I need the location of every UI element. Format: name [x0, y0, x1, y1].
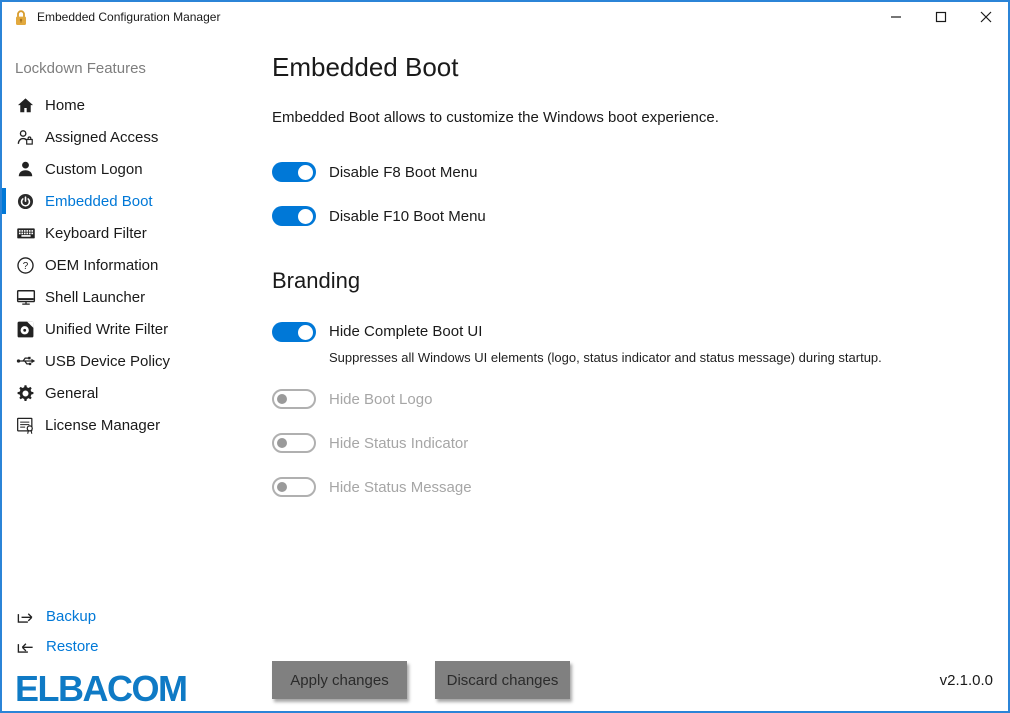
main-content: Embedded Boot Embedded Boot allows to cu… [272, 34, 1008, 711]
hide-boot-logo-toggle [272, 389, 316, 409]
elbacom-logo: ELBACOM [15, 671, 187, 707]
backup-link[interactable]: Backup [15, 601, 187, 631]
bottom-bar: Apply changes Discard changes v2.1.0.0 [272, 661, 993, 699]
backup-label: Backup [46, 608, 96, 625]
sidebar-item-label: Custom Logon [45, 161, 143, 178]
sidebar-item-unified-write-filter[interactable]: Unified Write Filter [2, 313, 272, 345]
toggle-label: Hide Complete Boot UI [329, 322, 882, 342]
disk-icon [15, 320, 36, 339]
toggle-knob [298, 325, 313, 340]
usb-icon [15, 351, 36, 371]
window-title: Embedded Configuration Manager [37, 10, 220, 24]
sidebar-item-label: Shell Launcher [45, 289, 145, 306]
sidebar: Lockdown Features Home Assigned Access [2, 34, 272, 711]
sidebar-item-general[interactable]: General [2, 377, 272, 409]
sidebar-item-label: License Manager [45, 417, 160, 434]
app-window: Embedded Configuration Manager Lockdown … [0, 0, 1010, 713]
restore-label: Restore [46, 638, 99, 655]
sidebar-item-label: USB Device Policy [45, 353, 170, 370]
hide-complete-boot-ui-toggle[interactable] [272, 322, 316, 342]
sidebar-item-shell-launcher[interactable]: Shell Launcher [2, 281, 272, 313]
page-title: Embedded Boot [272, 52, 1008, 83]
sidebar-item-keyboard-filter[interactable]: Keyboard Filter [2, 217, 272, 249]
toggle-row-disable-f10: Disable F10 Boot Menu [272, 206, 1008, 226]
sidebar-item-license-manager[interactable]: License Manager [2, 409, 272, 441]
svg-text:?: ? [23, 261, 29, 272]
sidebar-item-label: Assigned Access [45, 129, 158, 146]
sidebar-item-label: Home [45, 97, 85, 114]
branding-section-title: Branding [272, 268, 1008, 294]
toggle-row-hide-status-indicator: Hide Status Indicator [272, 433, 1008, 453]
toggle-label: Disable F10 Boot Menu [329, 208, 486, 225]
toggle-label: Disable F8 Boot Menu [329, 164, 477, 181]
import-arrow-icon [15, 637, 35, 656]
discard-changes-button[interactable]: Discard changes [435, 661, 570, 699]
disable-f8-toggle[interactable] [272, 162, 316, 182]
version-label: v2.1.0.0 [940, 672, 993, 689]
toggle-knob [298, 209, 313, 224]
toggle-row-hide-boot-logo: Hide Boot Logo [272, 389, 1008, 409]
maximize-icon [935, 11, 947, 23]
sidebar-item-label: General [45, 385, 98, 402]
sidebar-item-label: Embedded Boot [45, 193, 153, 210]
hide-status-message-toggle [272, 477, 316, 497]
disabled-toggles-group: Hide Boot Logo Hide Status Indicator Hid… [272, 389, 1008, 497]
toggle-label: Hide Boot Logo [329, 391, 432, 408]
sidebar-item-label: Keyboard Filter [45, 225, 147, 242]
toggle-row-disable-f8: Disable F8 Boot Menu [272, 162, 1008, 182]
window-controls [873, 2, 1008, 32]
sidebar-item-assigned-access[interactable]: Assigned Access [2, 121, 272, 153]
close-button[interactable] [963, 2, 1008, 32]
toggle-label: Hide Status Indicator [329, 435, 468, 452]
sidebar-item-home[interactable]: Home [2, 89, 272, 121]
person-lock-icon [15, 128, 36, 147]
sidebar-item-custom-logon[interactable]: Custom Logon [2, 153, 272, 185]
monitor-icon [15, 287, 36, 307]
minimize-button[interactable] [873, 2, 918, 32]
sidebar-item-usb-device-policy[interactable]: USB Device Policy [2, 345, 272, 377]
question-circle-icon: ? [15, 256, 36, 275]
sidebar-item-embedded-boot[interactable]: Embedded Boot [2, 185, 272, 217]
keyboard-icon [15, 223, 36, 243]
minimize-icon [890, 11, 902, 23]
toggle-label: Hide Status Message [329, 479, 472, 496]
person-icon [15, 160, 36, 179]
sidebar-item-label: Unified Write Filter [45, 321, 168, 338]
toggle-description: Suppresses all Windows UI elements (logo… [329, 350, 882, 365]
sidebar-item-label: OEM Information [45, 257, 158, 274]
gear-icon [15, 384, 36, 403]
close-icon [980, 11, 992, 23]
title-bar: Embedded Configuration Manager [2, 2, 1008, 32]
maximize-button[interactable] [918, 2, 963, 32]
disable-f10-toggle[interactable] [272, 206, 316, 226]
power-circle-icon [15, 192, 36, 211]
toggle-row-hide-status-message: Hide Status Message [272, 477, 1008, 497]
toggle-row-hide-boot-ui: Hide Complete Boot UI Suppresses all Win… [272, 322, 1008, 365]
toggle-knob [277, 482, 287, 492]
export-arrow-icon [15, 607, 35, 626]
gold-lock-icon [14, 9, 28, 26]
restore-link[interactable]: Restore [15, 631, 187, 661]
home-icon [15, 96, 36, 115]
toggle-knob [298, 165, 313, 180]
page-description: Embedded Boot allows to customize the Wi… [272, 109, 1008, 126]
toggle-knob [277, 438, 287, 448]
sidebar-section-label: Lockdown Features [2, 34, 272, 89]
sidebar-item-oem-information[interactable]: ? OEM Information [2, 249, 272, 281]
toggle-knob [277, 394, 287, 404]
hide-status-indicator-toggle [272, 433, 316, 453]
apply-changes-button[interactable]: Apply changes [272, 661, 407, 699]
sidebar-footer: Backup Restore ELBACOM [15, 601, 187, 707]
license-icon [15, 415, 36, 435]
